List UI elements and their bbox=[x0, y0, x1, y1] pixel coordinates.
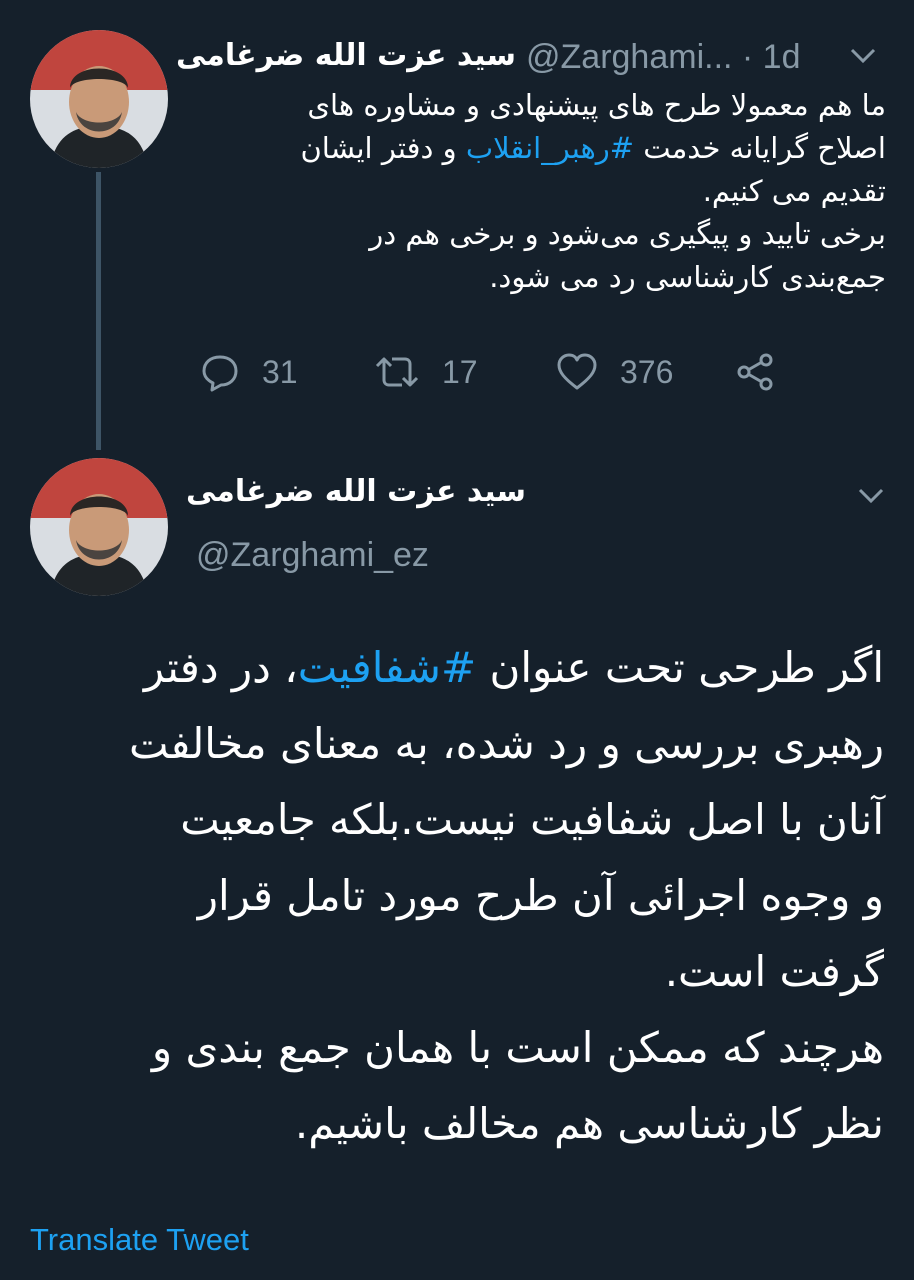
tweet-text-line: هرچند که ممکن است با همان جمع بندی و bbox=[151, 1023, 884, 1072]
tweet-text-line: آنان با اصل شفافیت نیست.بلکه جامعیت bbox=[180, 795, 884, 844]
like-button[interactable]: 376 bbox=[556, 352, 673, 392]
like-count: 376 bbox=[620, 353, 674, 390]
like-icon bbox=[557, 353, 597, 390]
tweet-text-line: اگر طرحی تحت عنوان #شفافیت، در دفتر bbox=[44, 630, 884, 706]
tweet-text-line: جمع‌بندی کارشناسی رد می شود. bbox=[489, 260, 886, 294]
reply-icon bbox=[202, 355, 238, 392]
tweet1-actions: 31 17 376 bbox=[196, 352, 896, 402]
share-icon bbox=[737, 353, 773, 391]
thread-connector-line bbox=[96, 172, 101, 450]
avatar-image bbox=[30, 458, 168, 596]
tweet-text-line: ما هم معمولا طرح های پیشنهادی و مشاوره ه… bbox=[307, 88, 886, 122]
tweet-text-fragment: اصلاح گرایانه خدمت bbox=[634, 131, 886, 165]
tweet-text-line: نظر کارشناسی هم مخالف باشیم. bbox=[294, 1099, 884, 1148]
tweet1-body: ما هم معمولا طرح های پیشنهادی و مشاوره ه… bbox=[198, 84, 886, 299]
share-button[interactable] bbox=[734, 352, 798, 392]
translate-tweet-link[interactable]: Translate Tweet bbox=[30, 1222, 249, 1258]
tweet-text-line: تقدیم می کنیم. bbox=[702, 174, 886, 208]
tweet2-body: اگر طرحی تحت عنوان #شفافیت، در دفتر رهبر… bbox=[44, 630, 884, 1162]
tweet-text-line: رهبری بررسی و رد شده، به معنای مخالفت bbox=[128, 719, 884, 768]
retweet-icon bbox=[375, 357, 419, 387]
chevron-down-icon[interactable] bbox=[856, 484, 886, 508]
hashtag-link[interactable]: #شفافیت bbox=[298, 643, 476, 692]
reply-count: 31 bbox=[262, 353, 298, 390]
avatar-tweet2[interactable] bbox=[30, 458, 168, 596]
author-name[interactable]: سید عزت الله ضرغامی bbox=[186, 474, 526, 509]
author-handle[interactable]: @Zarghami_ez bbox=[196, 536, 429, 575]
hashtag-link[interactable]: #رهبر_انقلاب bbox=[466, 131, 634, 165]
chevron-down-icon[interactable] bbox=[848, 44, 878, 68]
tweet-text-fragment: اگر طرحی تحت عنوان bbox=[476, 643, 884, 692]
tweet-text-fragment: و دفتر ایشان bbox=[300, 131, 466, 165]
retweet-button[interactable]: 17 bbox=[374, 352, 478, 392]
tweet-text-fragment: ، در دفتر bbox=[143, 643, 298, 692]
retweet-count: 17 bbox=[442, 353, 478, 390]
handle-and-time[interactable]: @Zarghami... · 1d bbox=[526, 38, 801, 77]
tweet1-header: @Zarghami... · 1d bbox=[196, 36, 894, 82]
avatar-image bbox=[30, 30, 168, 168]
tweet-text-line: برخی تایید و پیگیری می‌شود و برخی هم در bbox=[369, 217, 886, 251]
reply-button[interactable]: 31 bbox=[200, 352, 298, 392]
tweet-text-line: گرفت است. bbox=[664, 947, 884, 996]
tweet-text-line: و وجوه اجرائی آن طرح مورد تامل قرار bbox=[197, 871, 884, 920]
avatar-tweet1[interactable] bbox=[30, 30, 168, 168]
tweet-text-line: اصلاح گرایانه خدمت #رهبر_انقلاب و دفتر ا… bbox=[198, 127, 886, 170]
